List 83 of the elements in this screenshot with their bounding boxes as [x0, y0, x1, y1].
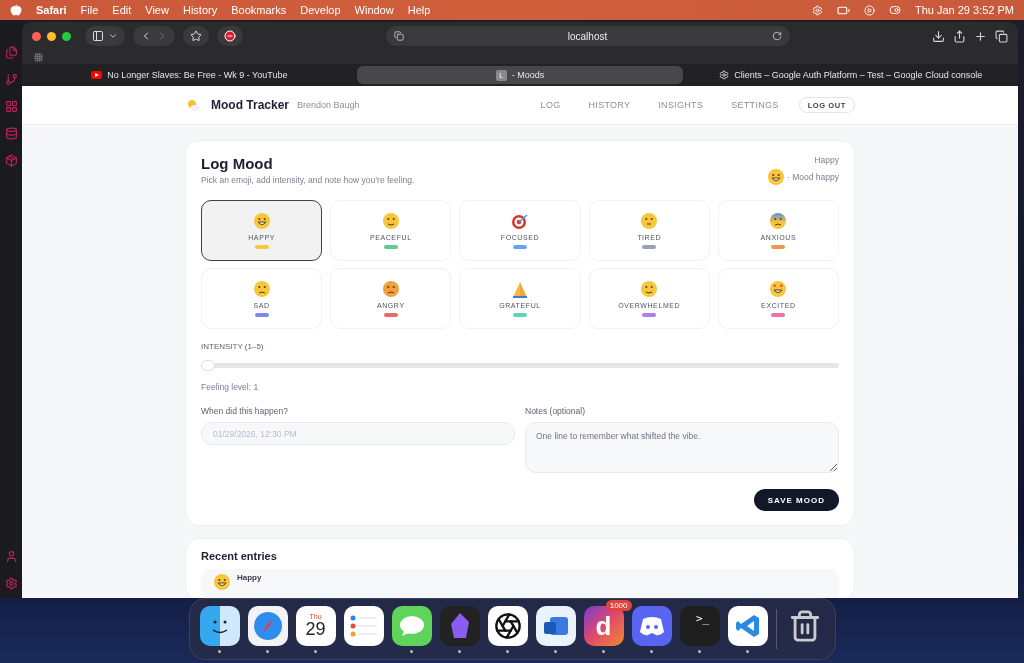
- field-label: Notes (optional): [525, 406, 586, 416]
- intensity-label: INTENSITY (1–5): [201, 342, 265, 351]
- share-icon[interactable]: [953, 29, 966, 43]
- new-tab-icon[interactable]: [974, 29, 987, 43]
- sidebar-icon[interactable]: [92, 30, 104, 42]
- bookmark-button[interactable]: [183, 26, 209, 46]
- emoji-face-icon: [769, 280, 788, 298]
- notification-badge: 1000: [605, 599, 632, 611]
- brand-title: Mood Tracker: [211, 98, 290, 112]
- user-name: Brendon Baugh: [297, 100, 360, 110]
- feeling-level: Feeling level: 1: [201, 382, 260, 392]
- field-label: When did this happen?: [201, 406, 289, 416]
- branch-icon[interactable]: [4, 73, 18, 86]
- entry-row[interactable]: Happy: [201, 569, 839, 598]
- emoji-face-icon: [769, 212, 788, 230]
- menu-item[interactable]: Window: [354, 4, 394, 16]
- slider-thumb[interactable]: [201, 360, 215, 371]
- menu-item[interactable]: History: [182, 4, 218, 16]
- minimize-button[interactable]: [47, 31, 56, 41]
- download-icon[interactable]: [932, 29, 945, 43]
- star-icon[interactable]: [190, 30, 202, 42]
- terminal-icon[interactable]: >_: [679, 605, 720, 646]
- address-bar[interactable]: localhost: [385, 26, 790, 46]
- grid-icon[interactable]: [4, 100, 18, 113]
- close-button[interactable]: [32, 31, 41, 41]
- entry-mood: Happy: [237, 573, 262, 582]
- package-icon[interactable]: [4, 154, 18, 167]
- terminal-prompt: >_: [695, 611, 710, 625]
- emoji-face-icon: [381, 212, 400, 230]
- speech-bubble-icon[interactable]: [391, 605, 432, 646]
- menu-app-name[interactable]: Safari: [36, 4, 67, 16]
- save-mood-button[interactable]: SAVE MOOD: [753, 489, 839, 511]
- emoji-face-icon: [252, 280, 271, 298]
- emoji-face-icon: [252, 212, 271, 230]
- extension-button[interactable]: [217, 26, 243, 46]
- gear-icon: [719, 70, 730, 80]
- menu-item[interactable]: Help: [407, 4, 431, 16]
- zoom-button[interactable]: [62, 31, 71, 41]
- grid-icon[interactable]: [34, 52, 43, 62]
- chevron-down-icon[interactable]: [108, 31, 118, 41]
- code-editor-icon[interactable]: [727, 605, 768, 646]
- sidebar-button[interactable]: [85, 26, 125, 46]
- crystal-icon[interactable]: [439, 605, 480, 646]
- database-icon[interactable]: [4, 127, 18, 140]
- calendar-date: 29: [305, 620, 326, 638]
- play-icon[interactable]: [863, 4, 875, 16]
- nav-link[interactable]: LOG: [540, 100, 561, 110]
- browser-tab[interactable]: No Longer Slaves: Be Free - Wk 9 - YouTube: [26, 66, 353, 84]
- video-icon: [91, 71, 103, 79]
- emoji-face-icon: [381, 280, 400, 298]
- card-title: Log Mood: [201, 155, 274, 172]
- browser-tab[interactable]: Clients – Google Auth Platform – Test – Google Cloud console: [687, 66, 1014, 84]
- emoji-face-icon: [640, 280, 659, 298]
- target-icon: [511, 212, 529, 230]
- app-letter: d: [595, 612, 612, 639]
- menu-item[interactable]: Edit: [112, 4, 132, 16]
- section-title: Recent entries: [201, 550, 278, 562]
- user-icon[interactable]: [4, 550, 18, 563]
- card-subtitle: Pick an emoji, add intensity, and note how you’re feeling.: [201, 175, 415, 185]
- list-icon[interactable]: [343, 605, 384, 646]
- menu-item[interactable]: Develop: [300, 4, 341, 16]
- apple-logo-icon[interactable]: [10, 4, 22, 16]
- notes-field[interactable]: One line to remember what shifted the vibe.: [525, 422, 839, 473]
- selected-mood-caption: · Mood happy: [787, 172, 839, 182]
- blocker-icon[interactable]: [224, 30, 236, 42]
- sun-cloud-icon: [185, 98, 201, 112]
- status-icon[interactable]: [811, 4, 823, 16]
- menu-item[interactable]: View: [145, 4, 169, 16]
- settings-icon[interactable]: [4, 577, 18, 590]
- files-icon[interactable]: [4, 46, 18, 59]
- compass-icon[interactable]: [247, 605, 288, 646]
- emoji-face-icon: [640, 212, 659, 230]
- clock[interactable]: Thu Jan 29 3:52 PM: [914, 4, 1014, 16]
- emoji-face-icon: [213, 573, 231, 591]
- intensity-slider[interactable]: [201, 363, 839, 368]
- control-center-icon[interactable]: [888, 4, 901, 16]
- game-controller-icon[interactable]: [631, 605, 672, 646]
- finder-face-icon[interactable]: [199, 605, 240, 646]
- emoji-face-icon: [767, 168, 785, 186]
- menu-item[interactable]: File: [80, 4, 99, 16]
- tabs-overview-icon[interactable]: [995, 29, 1008, 43]
- selected-mood-name: Happy: [814, 155, 839, 165]
- menu-item[interactable]: Bookmarks: [231, 4, 287, 16]
